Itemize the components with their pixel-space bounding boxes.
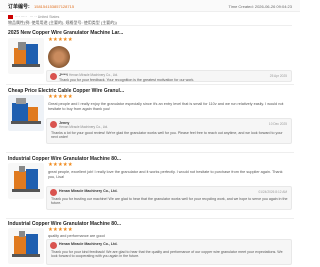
reply-company: Henan Miracle Machinery Co., Ltd. [59, 125, 109, 129]
order-header: 订单编号: 158154153857128715 Time Created: 2… [0, 0, 300, 12]
seller-avatar [50, 242, 57, 249]
seller-avatar [50, 73, 57, 80]
us-flag-icon [8, 15, 13, 19]
divider [6, 218, 294, 219]
review-item: Cheap Price Electric Cable Copper Wire G… [6, 88, 294, 148]
review-item: 2025 New Copper Wire Granulator Machine … [6, 30, 294, 82]
seller-avatar [50, 189, 57, 196]
seller-reply: J****l Henan Miracle Machinery Co., Ltd.… [46, 70, 292, 82]
reply-name: J****l [59, 73, 68, 77]
seller-avatar [50, 121, 57, 128]
seller-reply: Jenny Henan Miracle Machinery Co., Ltd. … [46, 118, 292, 144]
review-photo[interactable] [48, 46, 70, 68]
product-image[interactable] [8, 163, 44, 199]
vendor-location: ··· ·· United States [29, 15, 60, 19]
reply-date: 25 Apr 2025 [269, 74, 287, 78]
reply-company: Henan Miracle Machinery Co., Ltd. [69, 73, 119, 77]
time-created: Time Created: 2026-06-26 09:04:23 [228, 3, 292, 9]
review-text: Great people and I really enjoy the gran… [48, 102, 284, 111]
divider [6, 152, 294, 153]
star-icon: ★★★★★ [48, 162, 73, 168]
review-text: quality and performance are good [48, 234, 105, 238]
product-attributes: 物品属性(例: 使用用途 (主要的), 规格型号: 使用类型 (主要的)) [8, 20, 292, 26]
reply-body: Thank you for trusting our machine! We a… [51, 197, 288, 206]
review-text: great people, excellent job! I really lo… [48, 170, 283, 179]
product-image[interactable] [8, 228, 44, 264]
rating-stars: ★★★★★ [48, 227, 73, 234]
star-icon: ★★★★★ [48, 94, 73, 100]
rating-stars: ★★★★★ [48, 162, 73, 169]
review-item: Industrial Copper Wire Granulator Machin… [6, 156, 294, 216]
seller-reply: Henan Miracle Machinery Co., Ltd. 01/24/… [46, 186, 292, 210]
product-image[interactable] [8, 38, 44, 74]
star-icon: ★★★★★ [48, 37, 73, 43]
product-title[interactable]: 2025 New Copper Wire Granulator Machine … [8, 30, 294, 36]
order-id[interactable]: 158154153857128715 [34, 4, 74, 9]
rating-stars: ★★★★★ [48, 94, 73, 101]
reply-date: 01/24/2026 8:12 AM [258, 190, 287, 194]
order-label: 订单编号: [8, 4, 30, 10]
review-item: Industrial Copper Wire Granulator Machin… [6, 221, 294, 267]
vendor-name: ···· ····· [15, 15, 27, 19]
reply-name: Henan Miracle Machinery Co., Ltd. [59, 189, 118, 193]
rating-stars: ★★★★★ [48, 37, 73, 44]
reply-body: Thank you for your kind feedback! We are… [51, 250, 283, 259]
product-image[interactable] [8, 95, 44, 131]
reply-date: 10 Dec 2025 [268, 122, 287, 126]
reply-name: Henan Miracle Machinery Co., Ltd. [59, 242, 118, 246]
divider [6, 84, 294, 85]
seller-reply: Henan Miracle Machinery Co., Ltd. Thank … [46, 239, 292, 265]
reply-body: Thanks a lot for your good review! We're… [51, 131, 283, 140]
star-icon: ★★★★★ [48, 227, 73, 233]
reply-body: Thank you for your feedback. Your recogn… [59, 77, 195, 82]
